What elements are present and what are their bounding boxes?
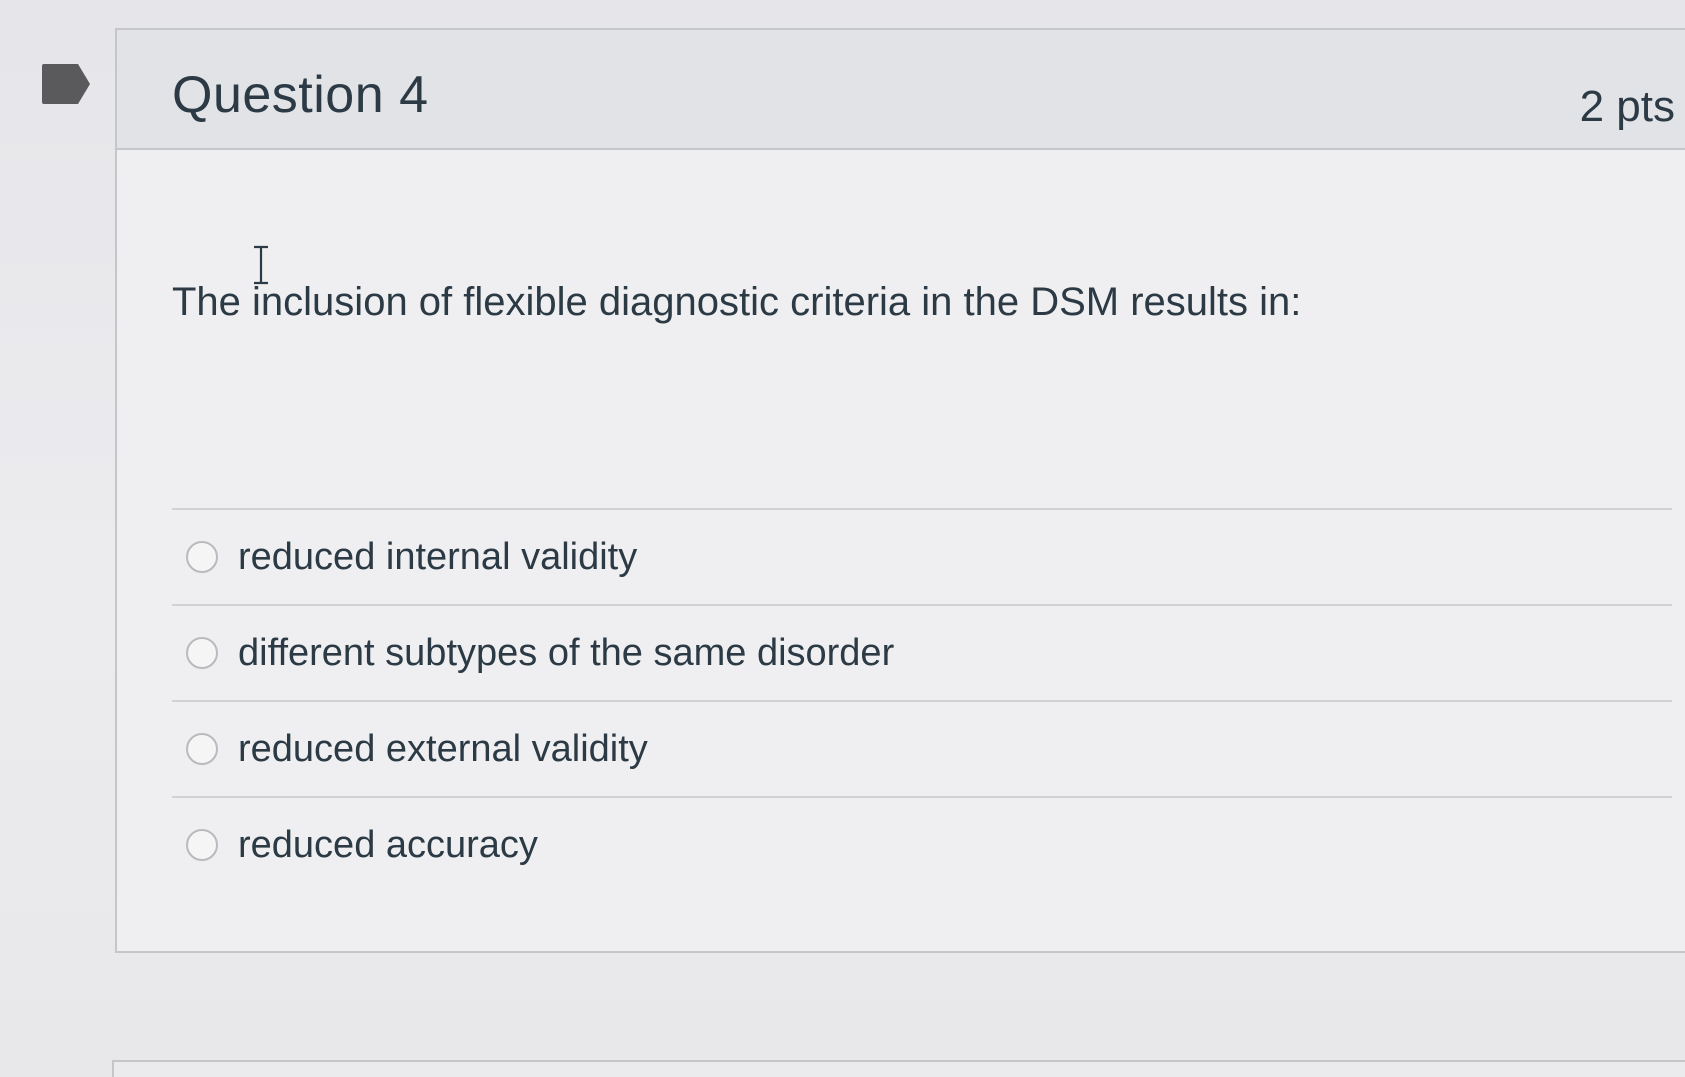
answer-label[interactable]: reduced external validity — [238, 728, 648, 771]
question-card: Question 4 2 pts The inclusion of flexib… — [115, 28, 1685, 953]
radio-button[interactable] — [186, 637, 218, 669]
flag-icon[interactable] — [40, 63, 92, 105]
question-text: The inclusion of flexible diagnostic cri… — [172, 280, 1302, 324]
answer-list: reduced internal validity different subt… — [172, 508, 1672, 892]
radio-button[interactable] — [186, 733, 218, 765]
answer-option-3[interactable]: reduced external validity — [172, 702, 1672, 796]
radio-button[interactable] — [186, 829, 218, 861]
text-cursor-icon — [254, 245, 268, 285]
answer-label[interactable]: reduced accuracy — [238, 824, 538, 867]
answer-option-4[interactable]: reduced accuracy — [172, 798, 1672, 892]
question-points: 2 pts — [1579, 82, 1675, 131]
next-question-card — [112, 1060, 1685, 1077]
radio-button[interactable] — [186, 541, 218, 573]
question-title: Question 4 — [172, 66, 429, 124]
answer-label[interactable]: different subtypes of the same disorder — [238, 632, 894, 675]
answer-option-2[interactable]: different subtypes of the same disorder — [172, 606, 1672, 700]
quiz-page: Question 4 2 pts The inclusion of flexib… — [0, 0, 1685, 1077]
answer-option-1[interactable]: reduced internal validity — [172, 510, 1672, 604]
answer-label[interactable]: reduced internal validity — [238, 536, 637, 579]
question-header: Question 4 2 pts — [117, 30, 1685, 150]
